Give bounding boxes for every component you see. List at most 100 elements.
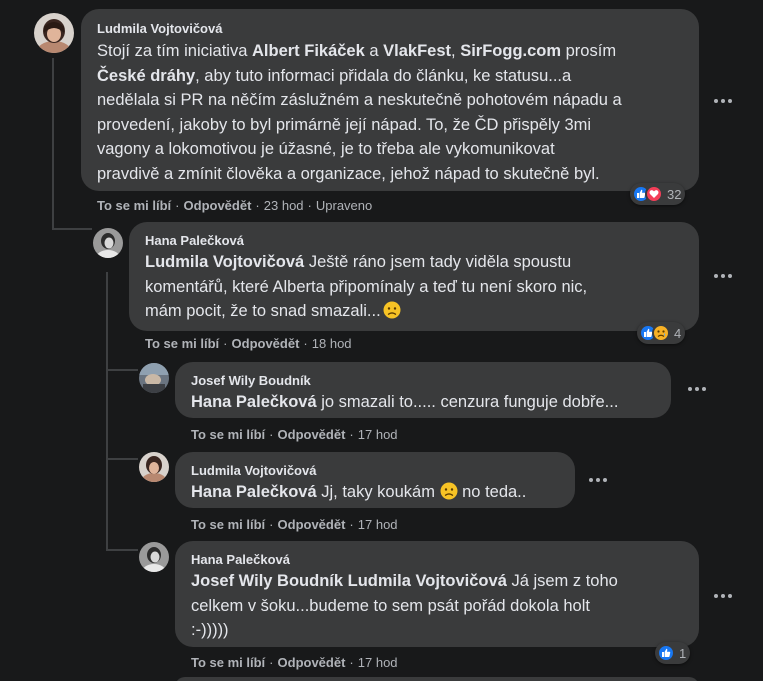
comment-text-segment: celkem v šoku...budeme to sem psát pořád… <box>191 596 590 615</box>
comment-actions: To se mi líbí · Odpovědět · 17 hod <box>191 654 398 670</box>
comment-actions: To se mi líbí · Odpovědět · 17 hod <box>191 516 398 532</box>
mention-link[interactable]: České dráhy <box>97 67 195 85</box>
reaction-summary[interactable]: 32 <box>630 183 686 205</box>
comment-timestamp[interactable]: 17 hod <box>358 427 398 442</box>
reaction-count: 4 <box>674 325 682 341</box>
comment-author[interactable]: Ludmila Vojtovičová <box>191 463 316 478</box>
reply-link[interactable]: Odpovědět <box>278 517 346 532</box>
mention-link[interactable]: Josef Wily Boudník <box>191 572 343 590</box>
mention-link[interactable]: Hana Palečková <box>191 483 317 501</box>
more-options-button[interactable] <box>707 580 739 612</box>
more-horizontal-icon <box>713 99 734 103</box>
comment-text-segment: nedělala si PR na něčím záslužném a nesk… <box>97 91 622 109</box>
comment-text-segment: komentářů, které Alberta připomínaly a t… <box>145 277 588 296</box>
comment-actions: To se mi líbí · Odpovědět · 23 hod · Upr… <box>97 197 373 213</box>
comment-text-line: pravdivě a zmínit člověka a organizace, … <box>97 162 622 187</box>
more-options-button[interactable] <box>707 85 739 117</box>
comment-text-segment: Já jsem z toho <box>506 572 618 590</box>
comment-author[interactable]: Ludmila Vojtovičová <box>97 21 222 36</box>
reply-link[interactable]: Odpovědět <box>278 427 346 442</box>
mention-link[interactable]: Ludmila Vojtovičová <box>348 572 507 590</box>
comment-text: Josef Wily Boudník Ludmila Vojtovičová J… <box>191 569 618 643</box>
thread-line <box>52 228 92 230</box>
comment-text-line: komentářů, které Alberta připomínaly a t… <box>145 275 587 300</box>
comment-text-segment: jo smazali to..... cenzura funguje dobře… <box>316 393 619 411</box>
sad-face-emoji-icon <box>383 301 401 319</box>
thread-line <box>106 549 138 551</box>
comment-author[interactable]: Josef Wily Boudník <box>191 373 311 388</box>
comment-text-segment: , aby tuto informaci přidala do článku, … <box>195 66 572 85</box>
avatar[interactable] <box>139 542 169 572</box>
like-link[interactable]: To se mi líbí <box>145 336 219 351</box>
comment-text: Stojí za tím iniciativa Albert Fikáček a… <box>97 39 622 186</box>
more-options-button[interactable] <box>582 464 614 496</box>
comment-actions: To se mi líbí · Odpovědět · 18 hod <box>145 335 352 351</box>
comment-text-line: Hana Palečková jo smazali to..... cenzur… <box>191 390 618 415</box>
comment-text: Hana Palečková jo smazali to..... cenzur… <box>191 390 618 415</box>
comment-text-line: Ludmila Vojtovičová Ještě ráno jsem tady… <box>145 250 587 275</box>
comment-timestamp[interactable]: 17 hod <box>358 655 398 670</box>
mention-link[interactable]: Ludmila Vojtovičová <box>145 253 304 271</box>
comment-text-line: celkem v šoku...budeme to sem psát pořád… <box>191 594 618 619</box>
comment-text-segment: no teda.. <box>457 483 527 501</box>
thread-line <box>106 458 138 460</box>
more-horizontal-icon <box>588 478 609 482</box>
comment-text-segment: , <box>451 42 461 60</box>
thread-line <box>106 272 108 550</box>
comment-text-segment: vagony a lokomotivou je úžasné, je to tř… <box>97 140 555 158</box>
comment-timestamp[interactable]: 23 hod <box>264 198 304 213</box>
reply-link[interactable]: Odpovědět <box>278 655 346 670</box>
love-reaction-icon <box>645 185 663 203</box>
mention-link[interactable]: SirFogg.com <box>460 42 561 60</box>
comment-author[interactable]: Hana Palečková <box>191 552 290 567</box>
reaction-count: 32 <box>667 186 682 202</box>
avatar[interactable] <box>93 228 123 258</box>
comment-text-segment: Stojí za tím iniciativa <box>97 42 252 60</box>
comment-text-line: Stojí za tím iniciativa Albert Fikáček a… <box>97 39 622 64</box>
comment-author[interactable]: Hana Palečková <box>145 233 244 248</box>
comment-text-segment: a <box>364 42 384 60</box>
comment-text-line: vagony a lokomotivou je úžasné, je to tř… <box>97 137 622 162</box>
comment-bubble <box>175 677 699 681</box>
mention-link[interactable]: Hana Palečková <box>191 393 317 411</box>
comment-timestamp[interactable]: 17 hod <box>358 517 398 532</box>
sad-face-emoji-icon <box>440 482 458 500</box>
avatar[interactable] <box>34 13 74 53</box>
comment-text-line: České dráhy, aby tuto informaci přidala … <box>97 64 622 89</box>
comment-text-segment: Jj, taky koukám <box>316 483 440 501</box>
like-link[interactable]: To se mi líbí <box>191 517 265 532</box>
more-horizontal-icon <box>713 274 734 278</box>
comment-text-line: mám pocit, že to snad smazali... <box>145 299 587 324</box>
like-reaction-icon <box>657 644 675 662</box>
more-options-button[interactable] <box>681 373 713 405</box>
comment-text-segment: Ještě ráno jsem tady viděla spoustu <box>304 253 572 271</box>
more-options-button[interactable] <box>707 260 739 292</box>
like-link[interactable]: To se mi líbí <box>191 427 265 442</box>
comment-text: Ludmila Vojtovičová Ještě ráno jsem tady… <box>145 250 587 324</box>
reaction-summary[interactable]: 4 <box>637 322 686 344</box>
mention-link[interactable]: VlakFest <box>383 42 451 60</box>
comment-text-line: Josef Wily Boudník Ludmila Vojtovičová J… <box>191 569 618 594</box>
comment-text-segment: pravdivě a zmínit člověka a organizace, … <box>97 164 600 183</box>
sad-reaction-icon <box>652 324 670 342</box>
comment-timestamp[interactable]: 18 hod <box>312 336 352 351</box>
more-horizontal-icon <box>713 594 734 598</box>
reaction-summary[interactable]: 1 <box>655 642 691 664</box>
comment-text-line: Hana Palečková Jj, taky koukám no teda.. <box>191 480 526 505</box>
like-link[interactable]: To se mi líbí <box>97 198 171 213</box>
comment-text-segment: prosím <box>561 42 617 60</box>
reply-link[interactable]: Odpovědět <box>184 198 252 213</box>
comment-text-line: :-))))) <box>191 618 618 643</box>
comment-text-segment: provedení, jakoby to byl primárně její n… <box>97 115 592 134</box>
comment-text-segment: mám pocit, že to snad smazali... <box>145 302 381 320</box>
more-horizontal-icon <box>687 387 708 391</box>
thread-line <box>52 58 54 228</box>
avatar[interactable] <box>139 452 169 482</box>
comment-text-line: provedení, jakoby to byl primárně její n… <box>97 113 622 138</box>
avatar[interactable] <box>139 363 169 393</box>
comment-text-line: nedělala si PR na něčím záslužném a nesk… <box>97 88 622 113</box>
edited-label: Upraveno <box>315 197 373 213</box>
like-link[interactable]: To se mi líbí <box>191 655 265 670</box>
mention-link[interactable]: Albert Fikáček <box>252 42 365 60</box>
reply-link[interactable]: Odpovědět <box>232 336 300 351</box>
